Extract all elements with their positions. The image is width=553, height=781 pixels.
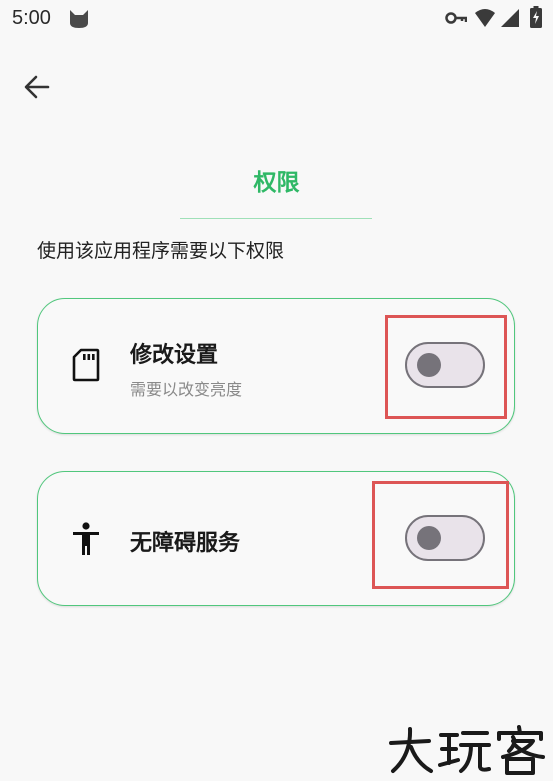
modify-settings-toggle[interactable] — [405, 342, 485, 388]
permission-title: 无障碍服务 — [130, 531, 241, 556]
battery-charging-icon — [530, 6, 542, 28]
toggle-knob — [417, 526, 441, 550]
arrow-left-icon[interactable] — [20, 70, 54, 104]
cat-icon — [70, 10, 88, 28]
permission-card-modify-settings[interactable]: 修改设置 需要以改变亮度 — [37, 298, 515, 434]
toggle-knob — [417, 353, 441, 377]
permission-title: 修改设置 — [130, 343, 219, 368]
status-time: 5:00 — [12, 7, 51, 29]
permissions-screen: 5:00 权限 使用该应用程序需要以下权限 修改设置 需要以改变亮度 无障碍服务 — [0, 0, 553, 781]
accessibility-icon — [73, 522, 99, 555]
watermark-logo — [389, 725, 545, 775]
title-divider — [180, 218, 372, 219]
sd-card-icon — [72, 348, 100, 382]
page-subtitle: 使用该应用程序需要以下权限 — [37, 240, 285, 262]
status-bar: 5:00 — [0, 0, 553, 40]
wifi-icon — [475, 9, 495, 27]
signal-icon — [501, 9, 519, 27]
accessibility-toggle[interactable] — [405, 515, 485, 561]
permission-description: 需要以改变亮度 — [130, 380, 243, 399]
permission-card-accessibility[interactable]: 无障碍服务 — [37, 471, 515, 606]
page-title: 权限 — [253, 170, 300, 196]
key-icon — [445, 12, 467, 24]
